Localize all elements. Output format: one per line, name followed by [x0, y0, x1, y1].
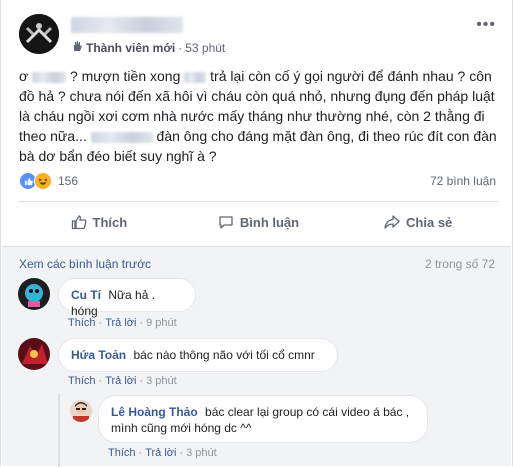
share-icon — [384, 215, 400, 229]
comments-counter: 2 trong số 72 — [424, 257, 495, 271]
commenter-name[interactable]: Cu Tí — [71, 288, 101, 302]
redacted-name — [184, 71, 207, 83]
comment-bubble: Cu Tí Nữa hả . hóng — [58, 278, 196, 318]
comment-label: Bình luận — [239, 214, 300, 230]
reactions-summary[interactable]: 156 — [19, 172, 78, 190]
reply-avatar[interactable] — [70, 400, 92, 422]
author-role[interactable]: Thành viên mới — [86, 41, 175, 55]
comment-reply-link[interactable]: Trả lời — [105, 375, 136, 387]
reply-thread-line — [58, 393, 60, 467]
text-seg-2: ? mượn tiền xong — [69, 68, 181, 84]
commenter-avatar[interactable] — [18, 338, 50, 370]
comments-section: Xem các bình luận trước 2 trong số 72 Cu… — [2, 246, 511, 467]
hand-wave-icon — [71, 40, 83, 55]
author-avatar[interactable] — [19, 14, 59, 54]
author-name-redacted[interactable] — [71, 17, 183, 33]
comment-actions: Thích · Trả lời · 9 phút — [68, 317, 177, 329]
divider — [19, 201, 498, 202]
like-button[interactable]: Thích — [19, 205, 179, 239]
more-options-icon[interactable]: ••• — [476, 16, 496, 34]
post-time[interactable]: 53 phút — [185, 41, 225, 55]
reply-author-name[interactable]: Lê Hoàng Thảo — [111, 405, 198, 419]
comment-actions: Thích · Trả lời · 3 phút — [68, 375, 177, 387]
commenter-name[interactable]: Hứa Toản — [71, 348, 126, 362]
reply-item: Lê Hoàng Thảo bác clear lại group có cái… — [66, 395, 506, 465]
post-stats: 156 72 bình luận — [19, 172, 498, 192]
reply-time[interactable]: 3 phút — [186, 447, 217, 459]
reply-bubble: Lê Hoàng Thảo bác clear lại group có cái… — [98, 395, 428, 443]
reply-reply-link[interactable]: Trả lời — [145, 447, 176, 459]
like-label: Thích — [92, 214, 128, 230]
text-seg-1: ơ — [19, 68, 29, 84]
text-seg-3: trả lại còn cố ý gọi người để đánh nhau … — [210, 68, 466, 84]
comment-text: bác nào thông não với tối cổ cmnr — [133, 348, 315, 362]
haha-reaction-icon — [34, 172, 52, 190]
comment-like-link[interactable]: Thích — [68, 317, 96, 329]
comment-item: Cu Tí Nữa hả . hóng Thích · Trả lời · 9 phút — [18, 275, 498, 331]
reply-like-link[interactable]: Thích — [108, 447, 136, 459]
reaction-count: 156 — [58, 174, 79, 188]
comment-count[interactable]: 72 bình luận — [430, 174, 496, 188]
comment-button[interactable]: Bình luận — [179, 205, 339, 239]
comment-bubble: Hứa Toản bác nào thông não với tối cổ cm… — [58, 338, 338, 372]
reply-actions: Thích · Trả lời · 3 phút — [108, 447, 217, 459]
thumbs-up-icon — [71, 215, 86, 230]
comment-icon — [219, 216, 233, 229]
meta-dot: · — [178, 40, 183, 55]
share-label: Chia sẻ — [406, 214, 453, 230]
post-actions: Thích Bình luận Chia sẻ — [19, 205, 498, 239]
post-meta: Thành viên mới · 53 phút — [71, 40, 225, 55]
redacted-name — [90, 131, 153, 143]
commenter-avatar[interactable] — [18, 278, 50, 310]
post-header: Thành viên mới · 53 phút ••• — [19, 14, 500, 58]
comment-item: Hứa Toản bác nào thông não với tối cổ cm… — [18, 335, 498, 391]
post-text: ơ ? mượn tiền xong trả lại còn cố ý gọi … — [19, 66, 499, 166]
post-card: Thành viên mới · 53 phút ••• ơ ? mượn ti… — [0, 0, 513, 467]
comment-like-link[interactable]: Thích — [68, 375, 96, 387]
view-previous-comments-link[interactable]: Xem các bình luận trước — [19, 257, 151, 271]
comment-reply-link[interactable]: Trả lời — [105, 317, 136, 329]
comment-time[interactable]: 3 phút — [146, 375, 177, 387]
share-button[interactable]: Chia sẻ — [338, 205, 498, 239]
comment-time[interactable]: 9 phút — [146, 317, 177, 329]
redacted-name — [32, 71, 67, 83]
